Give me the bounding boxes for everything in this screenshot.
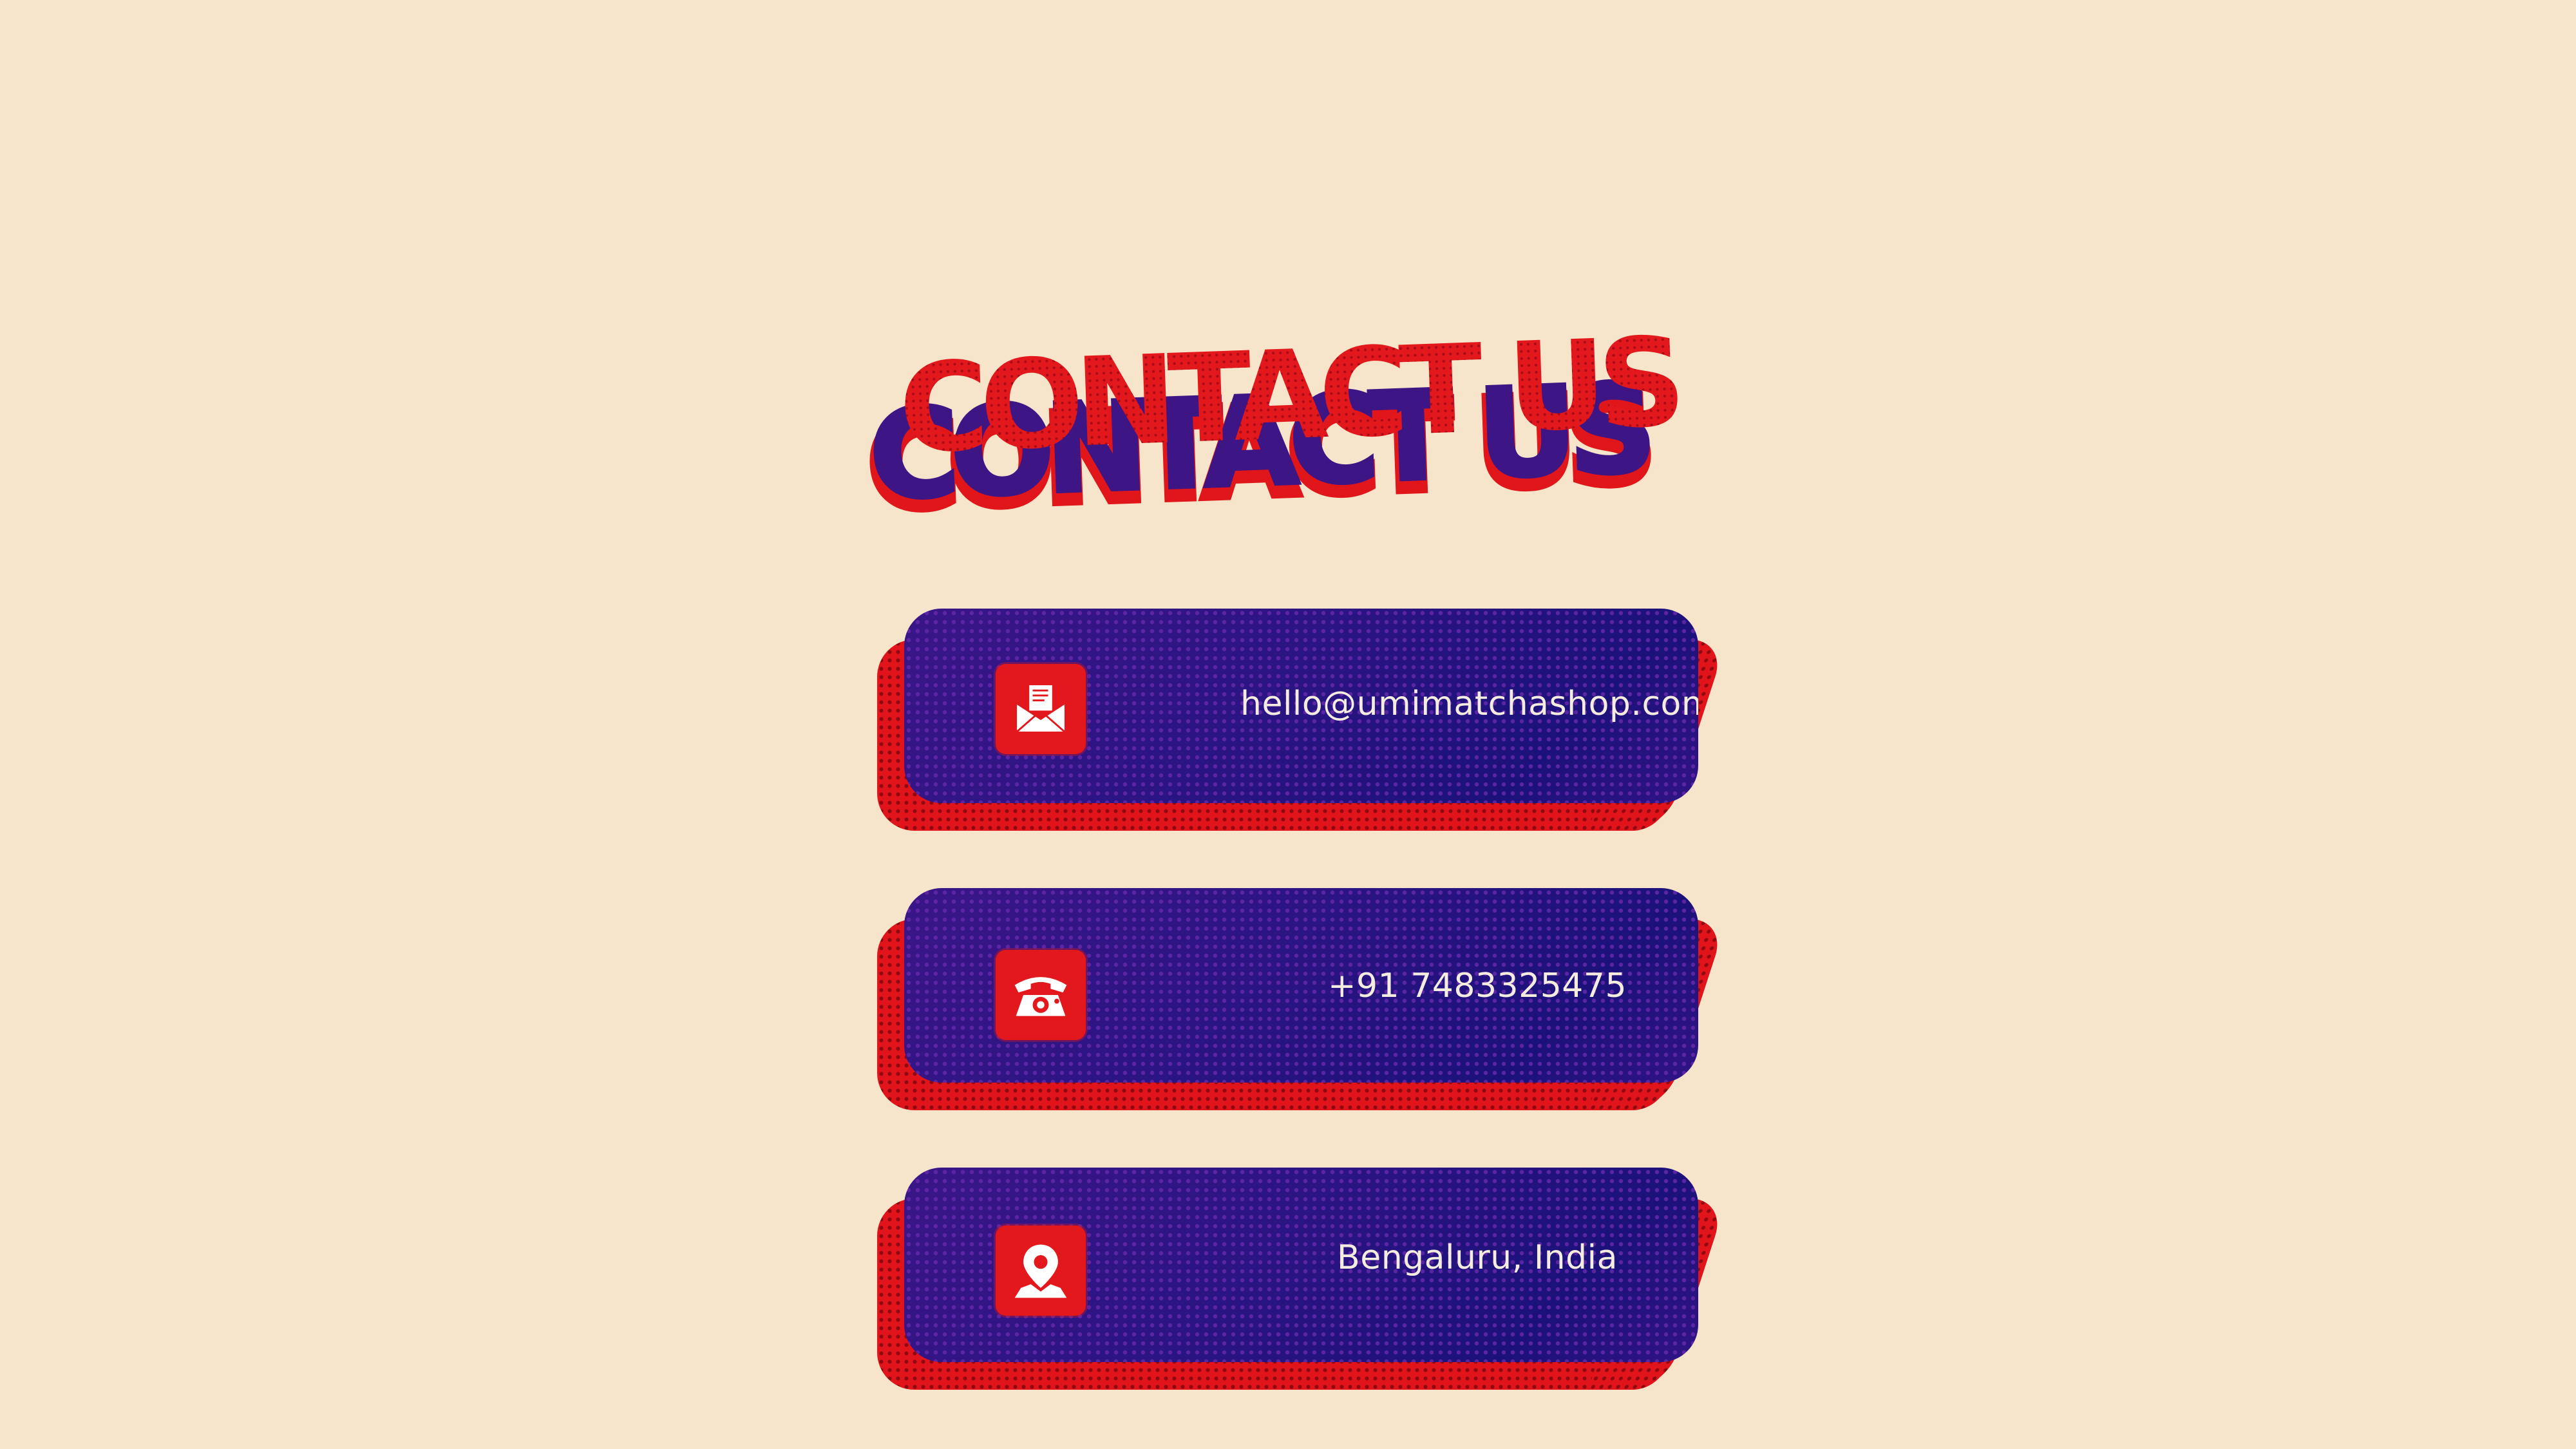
- envelope-icon: [999, 668, 1082, 750]
- location-pin-icon: [999, 1229, 1082, 1312]
- contact-card-location[interactable]: Bengaluru, India: [877, 1168, 1698, 1390]
- contact-card-email[interactable]: hello@umimatchashop.com: [877, 609, 1698, 831]
- contact-email-text[interactable]: hello@umimatchashop.com: [1175, 685, 1698, 723]
- card-face: +91 7483325475: [904, 888, 1698, 1083]
- page-title-text: CONTACT US: [887, 311, 1689, 480]
- contact-phone-text[interactable]: +91 7483325475: [1175, 967, 1698, 1005]
- contact-card-phone[interactable]: +91 7483325475: [877, 888, 1698, 1110]
- contact-location-text: Bengaluru, India: [1337, 1238, 1618, 1277]
- card-face: hello@umimatchashop.com: [904, 609, 1698, 803]
- page-title: CONTACT US CONTACT US CONTACT US: [861, 311, 1689, 542]
- card-face: Bengaluru, India: [904, 1168, 1698, 1362]
- telephone-icon: [999, 954, 1082, 1036]
